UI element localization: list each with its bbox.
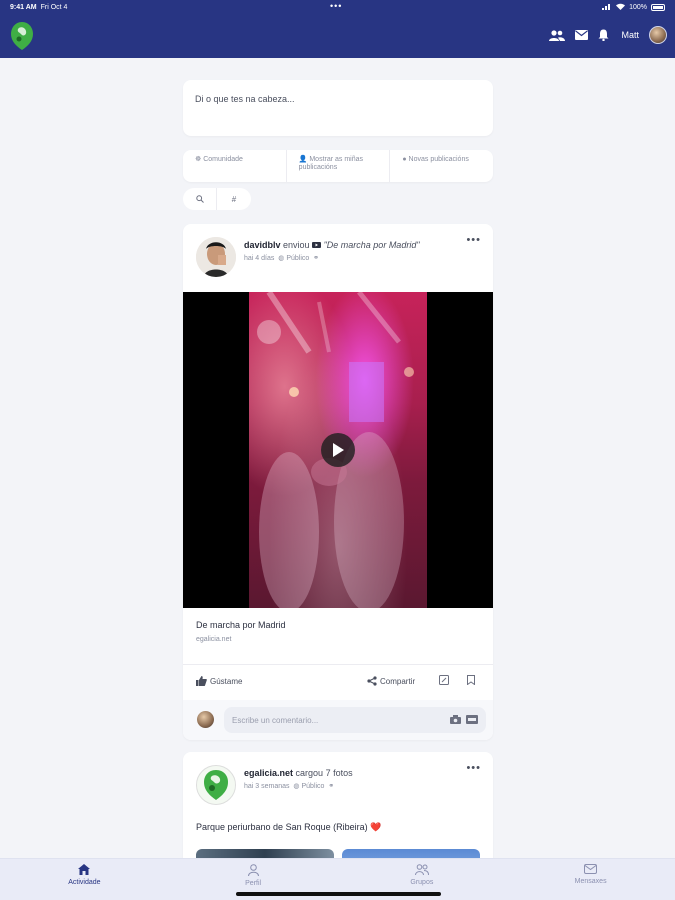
search-chip[interactable] [183,188,217,210]
author-avatar[interactable] [196,765,236,805]
post-author[interactable]: egalicia.net [244,768,293,778]
status-date: Fri Oct 4 [40,3,68,11]
app-logo[interactable] [10,21,34,51]
post-actions: Gústame Compartir [183,664,493,698]
globe-icon: ◍ [293,783,300,790]
comment-attachments [450,715,478,724]
search-chips: # [183,188,251,210]
post-caption[interactable]: De marcha por Madrid [196,620,286,630]
post-text-content: Parque periurbano de San Roque (Ribeira) [196,822,368,832]
status-bar: 9:41 AM Fri Oct 4 ••• 100% [0,0,675,14]
tab-messages-label: Mensaxes [574,878,607,885]
camera-icon[interactable] [450,715,461,724]
filter-new-posts[interactable]: ● Novas publicacións [390,150,493,182]
comment-row: Escribe un comentario... [183,700,493,740]
commenter-avatar [197,711,214,728]
battery-icon [651,4,665,11]
home-indicator [236,892,441,896]
tab-profile-label: Perfil [245,880,262,887]
groups-icon [414,864,429,875]
bell-icon[interactable] [598,29,609,41]
search-icon [195,195,204,203]
post-visibility: Público [301,783,325,790]
post-verb: enviou [283,240,310,250]
filter-new-posts-label: Novas publicacións [408,156,469,163]
heart-emoji: ❤️ [370,822,382,832]
chat-icon: ● [402,156,407,163]
post-time[interactable]: hai 4 días [244,255,274,262]
tab-activity-label: Actividade [68,879,101,886]
post-options-button[interactable]: ••• [466,234,481,246]
filter-my-posts[interactable]: 👤 Mostrar as miñas publicacións [287,150,391,182]
post-meta: davidblv enviou "De marcha por Madrid" h… [244,239,444,265]
post-visibility: Público [286,255,310,262]
post-time[interactable]: hai 3 semanas [244,783,290,790]
user-name[interactable]: Matt [621,30,639,40]
like-label: Gústame [210,676,243,686]
tab-groups-label: Grupos [410,879,434,886]
post-domain[interactable]: egalicia.net [196,636,231,643]
post-meta: egalicia.net cargou 7 fotos hai 3 semana… [244,767,444,793]
bookmark-icon[interactable] [467,675,475,687]
gif-icon[interactable] [466,715,478,724]
battery-label: 100% [629,4,647,11]
users-icon[interactable] [549,29,566,41]
video-icon [312,240,324,250]
edit-icon[interactable] [439,675,449,687]
link-icon[interactable]: ⚭ [313,255,319,262]
post-composer[interactable]: Di o que tes na cabeza... [183,80,493,136]
hashtag-chip[interactable]: # [217,188,251,210]
home-icon [78,864,91,875]
status-right: 100% [602,3,665,12]
profile-icon [247,864,259,876]
signal-icon [602,3,612,12]
globe-icon: ◍ [278,255,285,262]
feed-filters: ☸ Comunidade 👤 Mostrar as miñas publicac… [183,150,493,182]
filter-community-label: Comunidade [203,156,243,163]
mail-icon[interactable] [575,30,589,40]
comment-input[interactable]: Escribe un comentario... [224,707,486,733]
post-verb: cargou 7 fotos [295,768,353,778]
tab-messages[interactable]: Mensaxes [506,859,675,900]
community-icon: ☸ [195,156,202,163]
filter-community[interactable]: ☸ Comunidade [183,150,287,182]
user-icon: 👤 [298,156,308,163]
post-card: davidblv enviou "De marcha por Madrid" h… [183,224,493,740]
header-actions: Matt [549,26,667,44]
share-button[interactable]: Compartir [367,676,415,686]
play-icon [333,443,344,457]
filter-my-posts-label: Mostrar as miñas publicacións [298,156,364,171]
post-text: Parque periurbano de San Roque (Ribeira)… [196,822,381,833]
video-player[interactable] [183,292,493,608]
play-button[interactable] [321,433,355,467]
multitask-dots[interactable]: ••• [330,2,342,11]
post-author[interactable]: davidblv [244,240,281,250]
post-card: egalicia.net cargou 7 fotos hai 3 semana… [183,752,493,872]
post-header: davidblv enviou "De marcha por Madrid" h… [183,224,493,292]
author-avatar[interactable] [196,237,236,277]
post-title[interactable]: "De marcha por Madrid" [324,240,420,250]
status-time: 9:41 AM [10,3,37,11]
tab-activity[interactable]: Actividade [0,859,169,900]
post-options-button[interactable]: ••• [466,762,481,774]
link-icon[interactable]: ⚭ [328,783,334,790]
share-icon [367,676,377,686]
share-label: Compartir [380,676,416,686]
top-navigation-bar: Matt [0,14,675,58]
composer-placeholder: Di o que tes na cabeza... [195,94,295,104]
thumbs-up-icon [196,676,207,686]
activity-feed: Di o que tes na cabeza... ☸ Comunidade 👤… [183,80,493,872]
like-button[interactable]: Gústame [196,676,242,686]
messages-icon [584,864,598,874]
wifi-icon [616,3,626,12]
comment-placeholder: Escribe un comentario... [232,716,319,725]
user-avatar[interactable] [649,26,667,44]
